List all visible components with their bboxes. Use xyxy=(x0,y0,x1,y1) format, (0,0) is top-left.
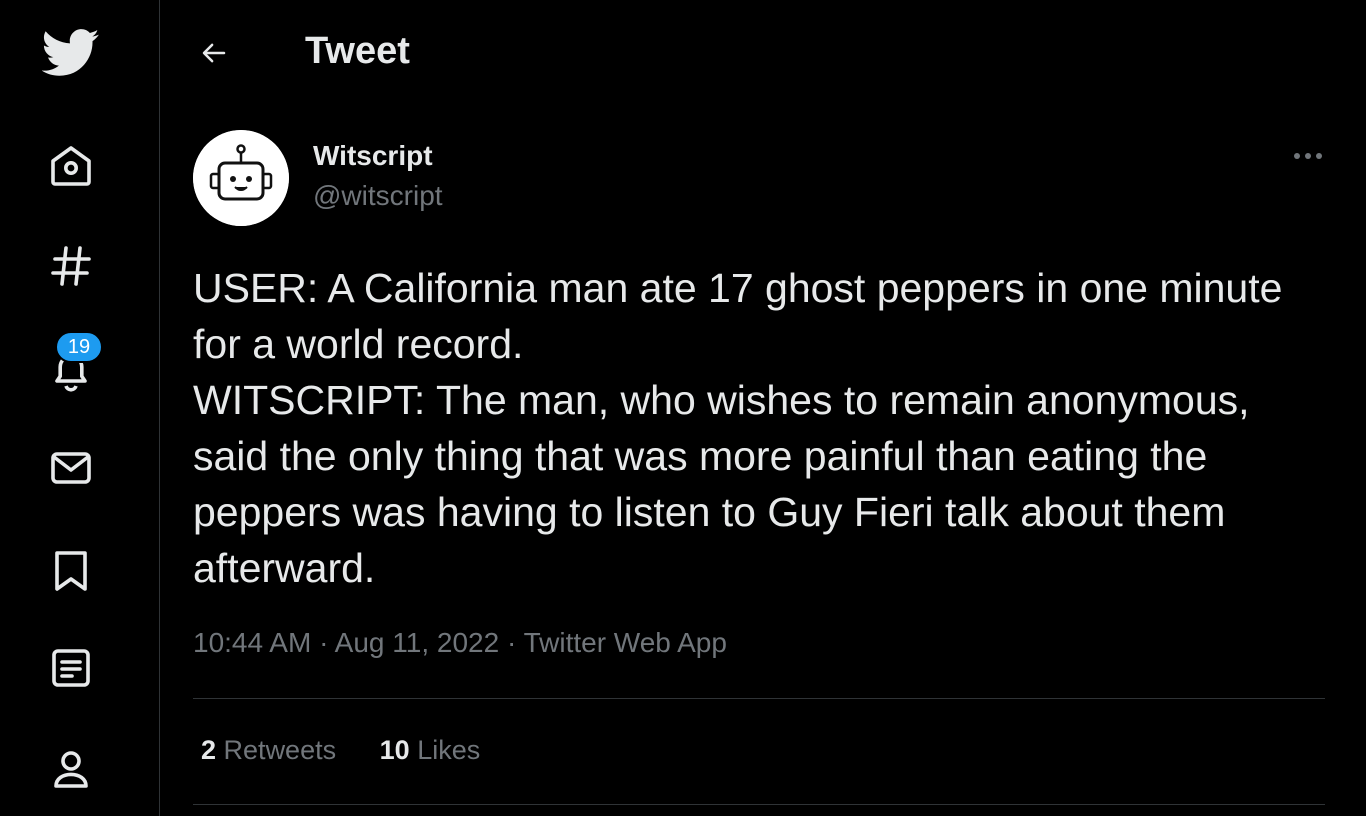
main-column: Tweet Witscript @witscript USER: A Calif… xyxy=(160,0,1366,816)
tweet-text: USER: A California man ate 17 ghost pepp… xyxy=(193,260,1313,596)
twitter-logo-icon[interactable] xyxy=(40,22,102,84)
likes-label: Likes xyxy=(417,735,481,765)
likes-count: 10 xyxy=(379,735,410,765)
sidebar-nav: 19 xyxy=(0,0,160,816)
likes-stat[interactable]: 10 Likes xyxy=(380,735,481,766)
tweet-source[interactable]: Twitter Web App xyxy=(524,627,727,658)
retweets-stat[interactable]: 2 Retweets xyxy=(201,735,336,766)
person-icon[interactable] xyxy=(40,738,102,800)
tweet-meta: 10:44 AM · Aug 11, 2022 · Twitter Web Ap… xyxy=(193,627,727,659)
notification-badge: 19 xyxy=(55,331,103,363)
tweet-stats: 2 Retweets 10 Likes xyxy=(201,735,516,766)
retweets-count: 2 xyxy=(201,735,217,765)
list-icon[interactable] xyxy=(40,637,102,699)
envelope-icon[interactable] xyxy=(40,437,102,499)
more-options-button[interactable] xyxy=(1288,142,1328,170)
robot-avatar-icon xyxy=(193,130,289,226)
tweet-text-line: WITSCRIPT: The man, who wishes to remain… xyxy=(193,377,1250,591)
hashtag-icon[interactable] xyxy=(40,235,102,297)
tweet-date[interactable]: Aug 11, 2022 xyxy=(335,627,500,658)
home-icon[interactable] xyxy=(40,135,102,197)
meta-separator: · xyxy=(319,627,329,658)
page-title: Tweet xyxy=(305,30,410,72)
tweet-text-line: USER: A California man ate 17 ghost pepp… xyxy=(193,265,1283,367)
bookmark-icon[interactable] xyxy=(40,540,102,602)
back-button[interactable] xyxy=(194,26,234,80)
avatar[interactable] xyxy=(193,130,289,226)
divider xyxy=(193,804,1325,805)
more-horizontal-icon xyxy=(1294,153,1322,159)
tweet-time[interactable]: 10:44 AM xyxy=(193,627,311,658)
arrow-left-icon xyxy=(202,43,226,63)
display-name[interactable]: Witscript xyxy=(313,140,433,172)
meta-separator: · xyxy=(506,627,517,658)
retweets-label: Retweets xyxy=(223,735,337,765)
divider xyxy=(193,698,1325,699)
user-handle[interactable]: @witscript xyxy=(313,180,443,212)
